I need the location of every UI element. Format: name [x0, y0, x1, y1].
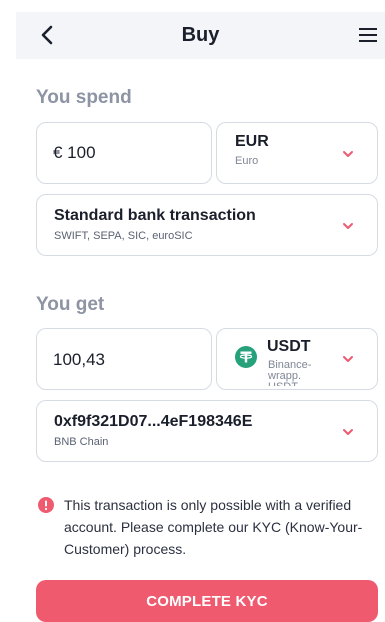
complete-kyc-button[interactable]: COMPLETE KYC — [36, 580, 378, 622]
get-currency-select[interactable]: USDT Binance-wrapp. USDT — [216, 328, 378, 390]
spend-currency-code: EUR — [235, 133, 269, 150]
spend-currency-select[interactable]: EUR Euro — [216, 122, 378, 184]
payment-method-subtitle: SWIFT, SEPA, SIC, euroSIC — [54, 230, 193, 242]
wallet-network: BNB Chain — [54, 436, 109, 448]
payment-method-select[interactable]: Standard bank transaction SWIFT, SEPA, S… — [36, 194, 378, 256]
chevron-down-icon — [343, 356, 353, 362]
hamburger-menu-icon — [359, 28, 377, 42]
payment-method-title: Standard bank transaction — [54, 207, 256, 224]
spend-amount-value: € 100 — [53, 143, 96, 162]
you-get-label: You get — [36, 294, 105, 315]
you-spend-label: You spend — [36, 87, 132, 108]
info-icon — [38, 497, 54, 513]
menu-button[interactable] — [357, 24, 379, 46]
spend-currency-name: Euro — [235, 155, 259, 167]
chevron-down-icon — [343, 223, 353, 229]
top-bar: Buy — [16, 12, 385, 59]
tether-icon — [235, 346, 257, 368]
kyc-notice-text: This transaction is only possible with a… — [64, 497, 363, 557]
chevron-down-icon — [343, 429, 353, 435]
wallet-address-select[interactable]: 0xf9f321D07...4eF198346E BNB Chain — [36, 400, 378, 462]
chevron-down-icon — [343, 151, 353, 157]
wallet-address: 0xf9f321D07...4eF198346E — [54, 413, 253, 430]
get-currency-code: USDT — [267, 338, 311, 355]
get-amount-input[interactable]: 100,43 — [36, 328, 212, 390]
spend-amount-input[interactable]: € 100 — [36, 122, 212, 184]
get-amount-value: 100,43 — [53, 350, 105, 369]
page-title: Buy — [181, 24, 220, 46]
get-currency-name: Binance-wrapp. USDT — [268, 360, 312, 386]
